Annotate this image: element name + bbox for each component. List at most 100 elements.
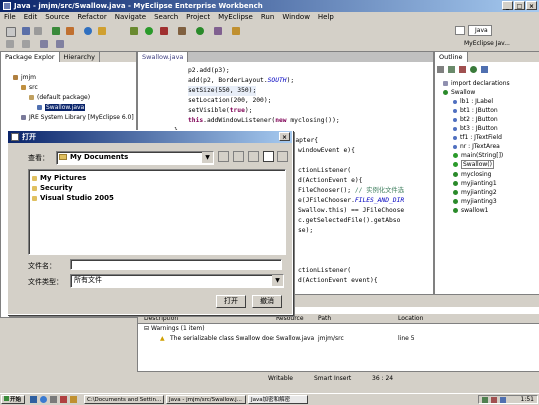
- menu-myeclipse[interactable]: MyEclipse: [218, 12, 253, 23]
- outline-item-inner-class[interactable]: myjianting3: [453, 198, 497, 206]
- outline-item-class[interactable]: Swallow: [443, 89, 475, 97]
- perspective-open-icon[interactable]: [455, 26, 465, 35]
- back-icon[interactable]: [40, 40, 48, 48]
- home-icon[interactable]: [233, 151, 244, 162]
- problems-group-warnings[interactable]: ⊟ Warnings (1 item): [144, 325, 205, 333]
- task-explorer[interactable]: C:\Documents and Settin...: [84, 395, 164, 404]
- perspective-myeclipse[interactable]: MyEclipse Jav...: [458, 38, 539, 49]
- task-java-crypto[interactable]: Java加密和解密: [248, 395, 308, 404]
- code-fragment-9[interactable]: d(ActionEvent event){: [298, 276, 378, 286]
- problem-row[interactable]: ▲ The serializable class Swallow does no…: [138, 334, 539, 343]
- quick-launch-media-icon[interactable]: [50, 396, 57, 403]
- tree-item-swallow-java[interactable]: Swallow.java: [37, 104, 86, 112]
- file-item-security[interactable]: Security: [32, 184, 73, 192]
- quick-launch-app2-icon[interactable]: [70, 396, 77, 403]
- column-path[interactable]: Path: [318, 314, 331, 323]
- new-folder-icon[interactable]: [248, 151, 259, 162]
- open-type-icon[interactable]: [214, 27, 222, 35]
- new-java-project-icon[interactable]: [178, 27, 186, 35]
- code-line-4[interactable]: setLocation(200, 200);: [188, 96, 271, 106]
- perspective-java[interactable]: Java: [468, 25, 492, 36]
- list-view-icon[interactable]: [263, 151, 274, 162]
- outline-item-field[interactable]: tf1 : JTextField: [453, 134, 502, 142]
- close-button[interactable]: ×: [526, 1, 537, 10]
- hide-nonpublic-icon[interactable]: [470, 66, 477, 73]
- start-button[interactable]: 开始: [1, 395, 25, 404]
- tree-item-project[interactable]: jmjm: [13, 74, 36, 82]
- search-icon[interactable]: [232, 27, 240, 35]
- code-fragment-8[interactable]: ctionListener(: [298, 266, 351, 276]
- outline-item-field[interactable]: nr : JTextArea: [453, 143, 500, 151]
- column-resource[interactable]: Resource: [276, 314, 304, 323]
- hide-static-icon[interactable]: [459, 66, 466, 73]
- outline-item-field[interactable]: bt2 : JButton: [453, 116, 498, 124]
- new-icon[interactable]: [6, 27, 16, 37]
- cancel-button[interactable]: 撤消: [252, 295, 282, 308]
- open-button[interactable]: 打开: [216, 295, 246, 308]
- tab-package-explorer[interactable]: Package Explor: [1, 52, 60, 62]
- outline-item-inner-class[interactable]: myjianting2: [453, 189, 497, 197]
- task-java-editor[interactable]: Java - jmjm/src/Swallow.j...: [166, 395, 246, 404]
- file-item-my-pictures[interactable]: My Pictures: [32, 174, 86, 182]
- menu-run[interactable]: Run: [261, 12, 274, 23]
- code-fragment-1[interactable]: ctionListener(: [298, 166, 351, 176]
- outline-item-field[interactable]: bt3 : JButton: [453, 125, 498, 133]
- tab-outline[interactable]: Outline: [435, 52, 468, 62]
- outline-item-field[interactable]: bt1 : JButton: [453, 107, 498, 115]
- tray-icon[interactable]: [491, 397, 497, 403]
- chevron-down-icon[interactable]: ▼: [272, 275, 283, 286]
- tab-hierarchy[interactable]: Hierarchy: [60, 52, 100, 62]
- code-fragment-4[interactable]: e(JFileChooser.FILES_AND_DIR: [298, 196, 404, 206]
- next-annotation-icon[interactable]: [6, 40, 14, 48]
- collapse-icon[interactable]: ⊟: [144, 325, 151, 332]
- new-class-icon[interactable]: [196, 27, 204, 35]
- code-line-9[interactable]: windowEvent e){: [298, 146, 355, 156]
- minimize-button[interactable]: _: [502, 1, 513, 10]
- file-item-visual-studio[interactable]: Visual Studio 2005: [32, 194, 114, 202]
- hide-fields-icon[interactable]: [448, 66, 455, 73]
- menu-file[interactable]: File: [4, 12, 16, 23]
- prev-annotation-icon[interactable]: [22, 40, 30, 48]
- menu-window[interactable]: Window: [282, 12, 310, 23]
- tree-item-jre-library[interactable]: JRE System Library [MyEclipse 6.0]: [21, 114, 134, 122]
- sort-icon[interactable]: [437, 66, 444, 73]
- chevron-down-icon[interactable]: ▼: [202, 152, 213, 163]
- details-view-icon[interactable]: [277, 151, 288, 162]
- lookin-dropdown[interactable]: My Documents ▼: [56, 151, 214, 165]
- quick-launch-ie-icon[interactable]: [40, 396, 47, 403]
- up-folder-icon[interactable]: [218, 151, 229, 162]
- code-line-2[interactable]: add(p2, BorderLayout.SOUTH);: [188, 76, 294, 86]
- tree-item-default-package[interactable]: (default package): [29, 94, 90, 102]
- outline-item-method[interactable]: main(String[]): [453, 152, 503, 160]
- outline-item-inner-class[interactable]: myclosing: [453, 171, 491, 179]
- menu-edit[interactable]: Edit: [24, 12, 38, 23]
- filename-field[interactable]: [70, 259, 282, 270]
- column-description[interactable]: Description: [144, 314, 178, 323]
- quick-launch-desktop-icon[interactable]: [30, 396, 37, 403]
- outline-item-inner-class[interactable]: myjianting1: [453, 180, 497, 188]
- quick-launch-app-icon[interactable]: [60, 396, 67, 403]
- forward-icon[interactable]: [56, 40, 64, 48]
- hide-local-types-icon[interactable]: [481, 66, 488, 73]
- menu-project[interactable]: Project: [186, 12, 210, 23]
- outline-item-inner-class[interactable]: swallow1: [453, 207, 488, 215]
- image-icon[interactable]: [98, 27, 106, 35]
- code-fragment-6[interactable]: c.getSelectedFile().getAbso: [298, 216, 400, 226]
- code-fragment-7[interactable]: se);: [298, 226, 313, 236]
- tray-icon[interactable]: [482, 397, 488, 403]
- save-icon[interactable]: [22, 27, 30, 35]
- outline-item-constructor[interactable]: Swallow(): [453, 160, 494, 169]
- code-line-6[interactable]: this.addWindowListener(new myclosing());: [188, 116, 340, 126]
- server-icon[interactable]: [66, 27, 74, 35]
- code-fragment-3[interactable]: FileChooser(); // 实例化文件选: [298, 186, 404, 196]
- outline-item-field[interactable]: lb1 : JLabel: [453, 98, 493, 106]
- filetype-dropdown[interactable]: 所有文件 ▼: [70, 274, 284, 288]
- menu-source[interactable]: Source: [45, 12, 69, 23]
- file-list[interactable]: My Pictures Security Visual Studio 2005: [28, 169, 286, 255]
- outline-item-imports[interactable]: import declarations: [443, 80, 510, 88]
- browser-icon[interactable]: [84, 27, 92, 35]
- menu-search[interactable]: Search: [154, 12, 178, 23]
- run-icon[interactable]: [145, 27, 153, 35]
- code-line-5[interactable]: setVisible(true);: [188, 106, 252, 116]
- menu-refactor[interactable]: Refactor: [77, 12, 106, 23]
